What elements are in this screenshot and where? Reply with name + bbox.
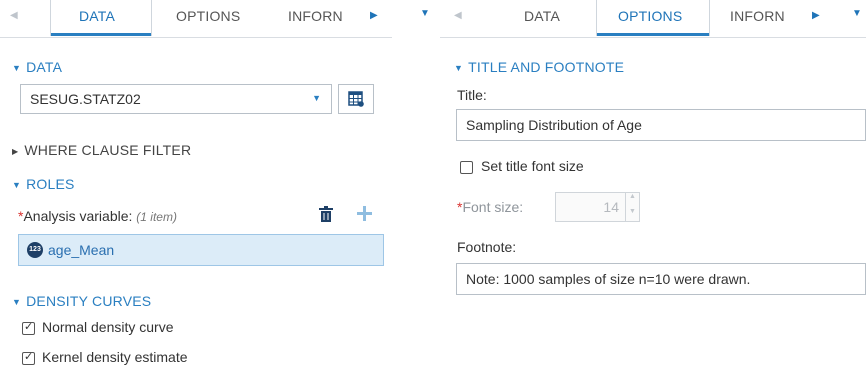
expanded-icon: ▼ — [12, 297, 22, 307]
title-value: Sampling Distribution of Age — [466, 117, 642, 133]
where-clause-title: WHERE CLAUSE FILTER — [24, 142, 192, 158]
footnote-value: Note: 1000 samples of size n=10 were dra… — [466, 271, 751, 287]
analysis-variable-label: *Analysis variable: (1 item) — [18, 208, 177, 224]
role-list-item[interactable]: 123 age_Mean — [18, 234, 384, 266]
normal-density-checkbox[interactable]: ✓ — [22, 321, 35, 335]
density-curves-title: DENSITY CURVES — [26, 293, 152, 309]
tab-options[interactable]: OPTIONS — [176, 8, 240, 24]
font-size-label: *Font size: — [457, 199, 523, 215]
title-input[interactable]: Sampling Distribution of Age — [456, 109, 866, 141]
where-clause-header[interactable]: ▶ WHERE CLAUSE FILTER — [12, 142, 191, 158]
scroll-right-icon[interactable]: ▶ — [370, 10, 378, 21]
active-tab-indicator — [597, 33, 709, 36]
selected-table: SESUG.STATZ02 — [30, 91, 141, 107]
item-count: (1 item) — [136, 210, 177, 224]
data-section-header[interactable]: ▼ DATA — [12, 59, 62, 75]
title-label: Title: — [457, 87, 487, 103]
scroll-right-icon[interactable]: ▶ — [812, 10, 820, 21]
tab-information[interactable]: INFORN — [730, 8, 785, 24]
expanded-icon: ▼ — [12, 63, 22, 73]
roles-section-title: ROLES — [26, 176, 75, 192]
expanded-icon: ▼ — [12, 180, 22, 190]
footnote-label: Footnote: — [457, 239, 517, 255]
kernel-density-label: Kernel density estimate — [42, 349, 188, 365]
scroll-left-icon[interactable]: ◀ — [454, 10, 462, 21]
checkmark-icon: ✓ — [24, 351, 34, 363]
checkmark-icon: ✓ — [24, 321, 34, 333]
tab-data[interactable]: DATA — [524, 8, 560, 24]
active-tab-indicator — [51, 33, 151, 36]
expanded-icon: ▼ — [454, 63, 464, 73]
tab-baseline — [440, 37, 866, 38]
roles-section-header[interactable]: ▼ ROLES — [12, 176, 75, 192]
options-panel: ▼ ◀ DATA OPTIONS INFORN ▶ ▼ ▼ TITLE AND F… — [420, 0, 866, 371]
plus-icon[interactable] — [357, 206, 372, 221]
set-title-font-size-checkbox[interactable] — [460, 161, 473, 174]
collapsed-icon: ▶ — [12, 147, 19, 156]
dropdown-arrow-icon[interactable]: ▼ — [420, 8, 430, 19]
font-size-stepper[interactable]: 14 ▲ ▼ — [555, 192, 640, 222]
tab-data[interactable]: DATA — [50, 0, 152, 36]
chevron-up-icon[interactable]: ▲ — [629, 193, 636, 200]
kernel-density-checkbox[interactable]: ✓ — [22, 351, 35, 365]
scroll-left-icon[interactable]: ◀ — [10, 10, 18, 21]
tab-baseline — [0, 37, 392, 38]
data-section-title: DATA — [26, 59, 63, 75]
numeric-type-icon: 123 — [27, 242, 43, 258]
font-size-value: 14 — [603, 199, 619, 215]
select-table-button[interactable] — [338, 84, 374, 114]
tab-information[interactable]: INFORN — [288, 8, 343, 24]
density-curves-header[interactable]: ▼ DENSITY CURVES — [12, 293, 151, 309]
footnote-input[interactable]: Note: 1000 samples of size n=10 were dra… — [456, 263, 866, 295]
normal-density-label: Normal density curve — [42, 319, 174, 335]
chevron-down-icon: ▼ — [312, 93, 321, 103]
title-footnote-title: TITLE AND FOOTNOTE — [468, 59, 625, 75]
set-title-font-size-label: Set title font size — [481, 158, 584, 174]
trash-icon[interactable] — [319, 206, 333, 222]
tab-options[interactable]: OPTIONS — [596, 0, 710, 36]
font-size-label-text: Font size: — [462, 199, 524, 215]
title-footnote-header[interactable]: ▼ TITLE AND FOOTNOTE — [454, 59, 624, 75]
analysis-label-text: Analysis variable: — [23, 208, 133, 224]
stepper-arrows[interactable]: ▲ ▼ — [625, 193, 639, 221]
data-panel: ◀ DATA OPTIONS INFORN ▶ ▼ DATA SESUG.STAT… — [0, 0, 392, 371]
tab-options-label: OPTIONS — [618, 8, 683, 24]
dropdown-arrow-icon[interactable]: ▼ — [852, 8, 862, 19]
data-table-select[interactable]: SESUG.STATZ02 ▼ — [20, 84, 332, 114]
tab-bar: ◀ DATA OPTIONS INFORN ▶ — [0, 0, 392, 38]
grid-select-icon — [348, 91, 364, 107]
tab-bar: ▼ ◀ DATA OPTIONS INFORN ▶ ▼ — [420, 0, 866, 38]
tab-data-label: DATA — [79, 8, 116, 24]
chevron-down-icon[interactable]: ▼ — [629, 208, 636, 215]
variable-name: age_Mean — [48, 242, 115, 258]
